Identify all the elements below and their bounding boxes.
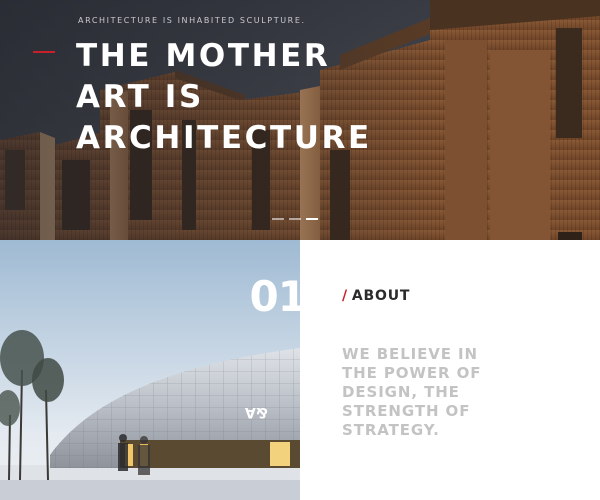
hero-headline: THE MOTHER ART IS ARCHITECTURE — [76, 36, 456, 159]
building-sign: &A — [245, 404, 268, 420]
slide-indicator-2[interactable] — [289, 218, 301, 220]
about-statement: WE BELIEVE IN THE POWER OF DESIGN, THE S… — [342, 345, 572, 440]
statement-line: STRENGTH OF — [342, 402, 471, 420]
statement-line: STRATEGY. — [342, 421, 440, 439]
slide-indicator-1[interactable] — [272, 218, 284, 220]
about-section: / ABOUT WE BELIEVE IN THE POWER OF DESIGN… — [300, 240, 600, 500]
hero-banner: ARCHITECTURE IS INHABITED SCULPTURE. THE… — [0, 0, 600, 240]
headline-line: THE MOTHER — [76, 38, 331, 74]
headline-line: ARCHITECTURE — [76, 120, 372, 156]
accent-dash — [33, 51, 55, 53]
slider-pagination — [272, 218, 318, 220]
statement-line: WE BELIEVE IN — [342, 345, 478, 363]
section-number: 01 — [249, 272, 300, 321]
statement-line: THE POWER OF — [342, 364, 482, 382]
slide-indicator-3[interactable] — [306, 218, 318, 220]
about-heading: / ABOUT — [342, 288, 410, 304]
heading-slash: / — [342, 288, 348, 304]
project-photo: &A 01 — [0, 240, 300, 500]
statement-line: DESIGN, THE — [342, 383, 460, 401]
headline-line: ART IS — [76, 79, 204, 115]
hero-tagline: ARCHITECTURE IS INHABITED SCULPTURE. — [78, 16, 306, 25]
about-title: ABOUT — [351, 288, 411, 304]
